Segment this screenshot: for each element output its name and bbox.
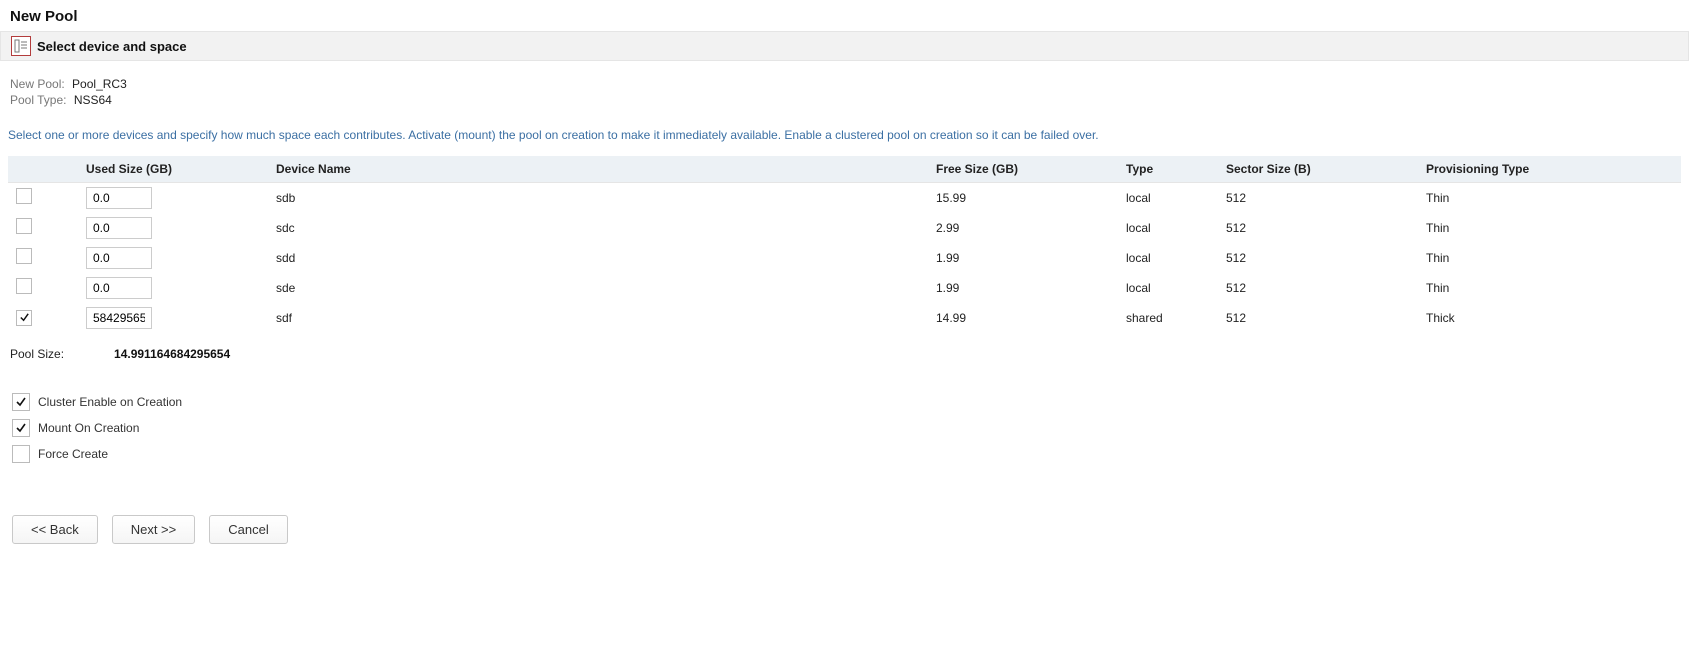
subheader-bar: Select device and space — [0, 31, 1689, 61]
cluster-enable-checkbox[interactable] — [12, 393, 30, 411]
new-pool-label: New Pool: — [10, 77, 65, 91]
device-name-cell: sdf — [268, 303, 928, 333]
col-header-sector-size: Sector Size (B) — [1218, 156, 1418, 183]
used-size-input[interactable] — [86, 247, 152, 269]
prov-type-cell: Thin — [1418, 243, 1681, 273]
type-cell: local — [1118, 243, 1218, 273]
used-size-input[interactable] — [86, 277, 152, 299]
table-row: sdf14.99shared512Thick — [8, 303, 1681, 333]
row-select-checkbox[interactable] — [16, 278, 32, 294]
sector-size-cell: 512 — [1218, 182, 1418, 213]
prov-type-cell: Thin — [1418, 273, 1681, 303]
pool-size-row: Pool Size: 14.991164684295654 — [0, 333, 1689, 365]
col-header-free-size: Free Size (GB) — [928, 156, 1118, 183]
cluster-enable-label: Cluster Enable on Creation — [38, 395, 182, 409]
subheader-text: Select device and space — [37, 39, 187, 54]
used-size-input[interactable] — [86, 187, 152, 209]
device-name-cell: sde — [268, 273, 928, 303]
type-cell: shared — [1118, 303, 1218, 333]
table-row: sdd1.99local512Thin — [8, 243, 1681, 273]
sector-size-cell: 512 — [1218, 273, 1418, 303]
pool-config-icon — [11, 36, 31, 56]
free-size-cell: 2.99 — [928, 213, 1118, 243]
type-cell: local — [1118, 182, 1218, 213]
row-select-checkbox[interactable] — [16, 218, 32, 234]
pool-size-value: 14.991164684295654 — [114, 347, 230, 361]
free-size-cell: 1.99 — [928, 243, 1118, 273]
cancel-button[interactable]: Cancel — [209, 515, 287, 544]
force-create-label: Force Create — [38, 447, 108, 461]
force-create-checkbox[interactable] — [12, 445, 30, 463]
col-header-used-size: Used Size (GB) — [78, 156, 268, 183]
instruction-text: Select one or more devices and specify h… — [0, 113, 1689, 152]
prov-type-cell: Thin — [1418, 182, 1681, 213]
row-select-checkbox[interactable] — [16, 310, 32, 326]
type-cell: local — [1118, 273, 1218, 303]
back-button[interactable]: << Back — [12, 515, 98, 544]
free-size-cell: 14.99 — [928, 303, 1118, 333]
next-button[interactable]: Next >> — [112, 515, 196, 544]
col-header-type: Type — [1118, 156, 1218, 183]
free-size-cell: 1.99 — [928, 273, 1118, 303]
mount-on-creation-label: Mount On Creation — [38, 421, 139, 435]
table-row: sde1.99local512Thin — [8, 273, 1681, 303]
col-header-select — [8, 156, 78, 183]
sector-size-cell: 512 — [1218, 213, 1418, 243]
pool-meta: New Pool: Pool_RC3 Pool Type: NSS64 — [0, 61, 1689, 113]
table-row: sdc2.99local512Thin — [8, 213, 1681, 243]
table-row: sdb15.99local512Thin — [8, 182, 1681, 213]
page-title: New Pool — [0, 0, 1689, 31]
wizard-buttons: << Back Next >> Cancel — [0, 475, 1689, 564]
used-size-input[interactable] — [86, 217, 152, 239]
pool-type-value: NSS64 — [74, 93, 112, 107]
creation-options: Cluster Enable on Creation Mount On Crea… — [0, 365, 1689, 475]
pool-size-label: Pool Size: — [10, 347, 64, 361]
mount-on-creation-checkbox[interactable] — [12, 419, 30, 437]
new-pool-value: Pool_RC3 — [72, 77, 127, 91]
col-header-device-name: Device Name — [268, 156, 928, 183]
pool-type-label: Pool Type: — [10, 93, 66, 107]
used-size-input[interactable] — [86, 307, 152, 329]
row-select-checkbox[interactable] — [16, 188, 32, 204]
sector-size-cell: 512 — [1218, 303, 1418, 333]
device-name-cell: sdc — [268, 213, 928, 243]
devices-table: Used Size (GB) Device Name Free Size (GB… — [8, 156, 1681, 333]
free-size-cell: 15.99 — [928, 182, 1118, 213]
col-header-prov-type: Provisioning Type — [1418, 156, 1681, 183]
device-name-cell: sdd — [268, 243, 928, 273]
sector-size-cell: 512 — [1218, 243, 1418, 273]
prov-type-cell: Thick — [1418, 303, 1681, 333]
prov-type-cell: Thin — [1418, 213, 1681, 243]
row-select-checkbox[interactable] — [16, 248, 32, 264]
device-name-cell: sdb — [268, 182, 928, 213]
type-cell: local — [1118, 213, 1218, 243]
